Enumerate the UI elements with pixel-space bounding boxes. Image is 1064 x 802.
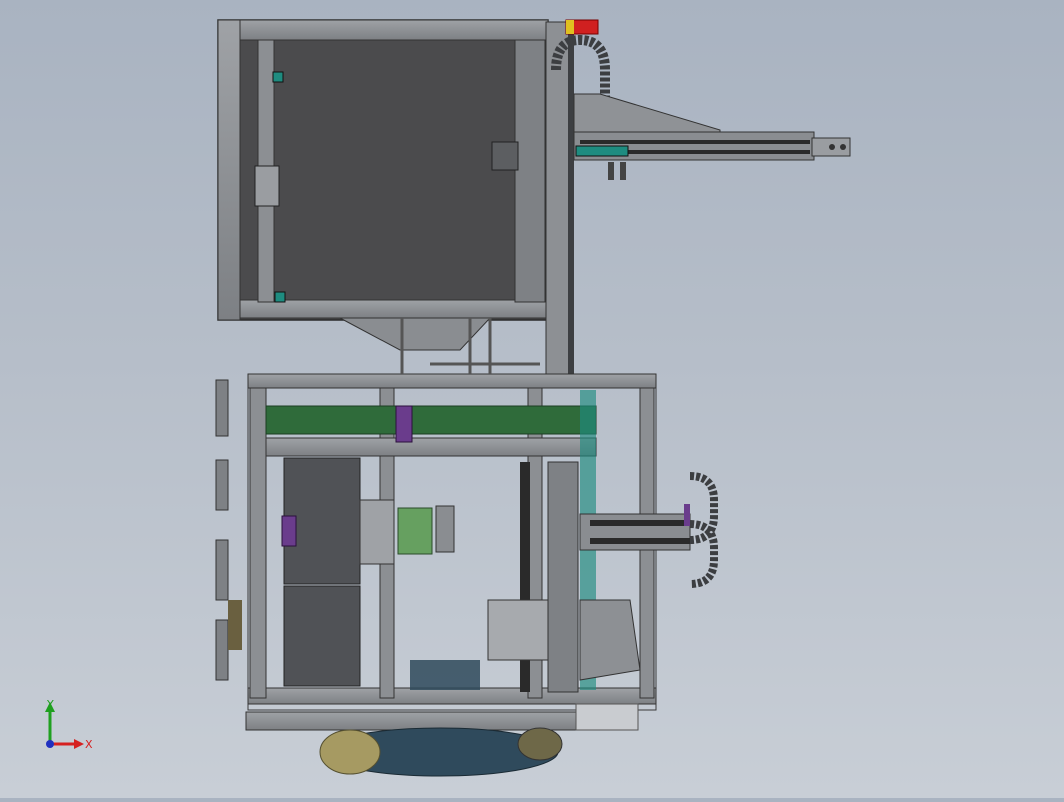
assembly-drawing [215, 19, 851, 777]
upper-cabinet[interactable] [217, 19, 549, 351]
left-fittings [215, 379, 242, 681]
z-axis-icon [46, 740, 54, 748]
axis-triad: Y X [45, 700, 93, 751]
y-axis-label: Y [46, 700, 54, 711]
vertical-column[interactable] [545, 19, 610, 383]
x-axis-label: X [85, 738, 93, 751]
cad-viewport[interactable] [0, 0, 1064, 798]
gantry-arm[interactable] [573, 93, 851, 180]
